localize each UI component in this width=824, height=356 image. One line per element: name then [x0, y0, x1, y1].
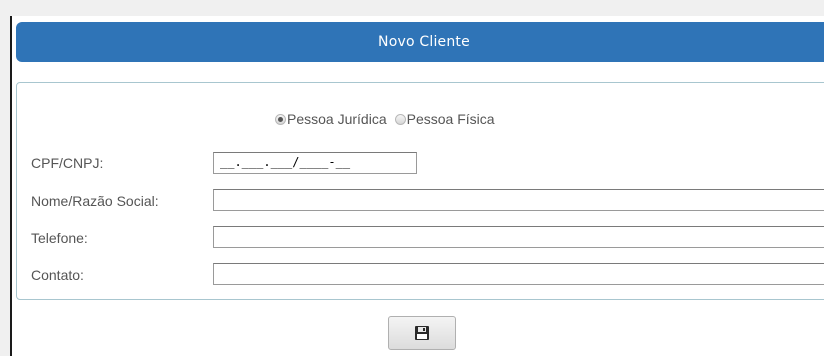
- telefone-label: Telefone:: [31, 230, 88, 246]
- panel-title: Novo Cliente: [378, 34, 470, 50]
- radio-pessoa-juridica-label[interactable]: Pessoa Jurídica: [287, 111, 387, 127]
- cpf-cnpj-input[interactable]: __.___.___/____-__: [213, 152, 417, 174]
- contato-input[interactable]: [213, 263, 824, 285]
- contato-label: Contato:: [31, 267, 84, 283]
- nome-razao-social-input[interactable]: [213, 189, 824, 211]
- cpf-cnpj-label: CPF/CNPJ:: [31, 155, 104, 171]
- client-form: Pessoa Jurídica Pessoa Física CPF/CNPJ: …: [16, 82, 824, 300]
- nome-razao-social-label: Nome/Razão Social:: [31, 193, 159, 209]
- radio-pessoa-fisica[interactable]: [394, 113, 406, 125]
- radio-pessoa-juridica[interactable]: [275, 113, 286, 125]
- telefone-input[interactable]: [213, 226, 824, 248]
- radio-pessoa-fisica-label[interactable]: Pessoa Física: [407, 111, 495, 127]
- person-type-radio-group: Pessoa Jurídica Pessoa Física: [275, 111, 503, 127]
- panel-header: Novo Cliente: [16, 22, 824, 62]
- floppy-disk-icon: [415, 326, 429, 340]
- new-client-panel: Novo Cliente Pessoa Jurídica Pessoa Físi…: [10, 16, 824, 356]
